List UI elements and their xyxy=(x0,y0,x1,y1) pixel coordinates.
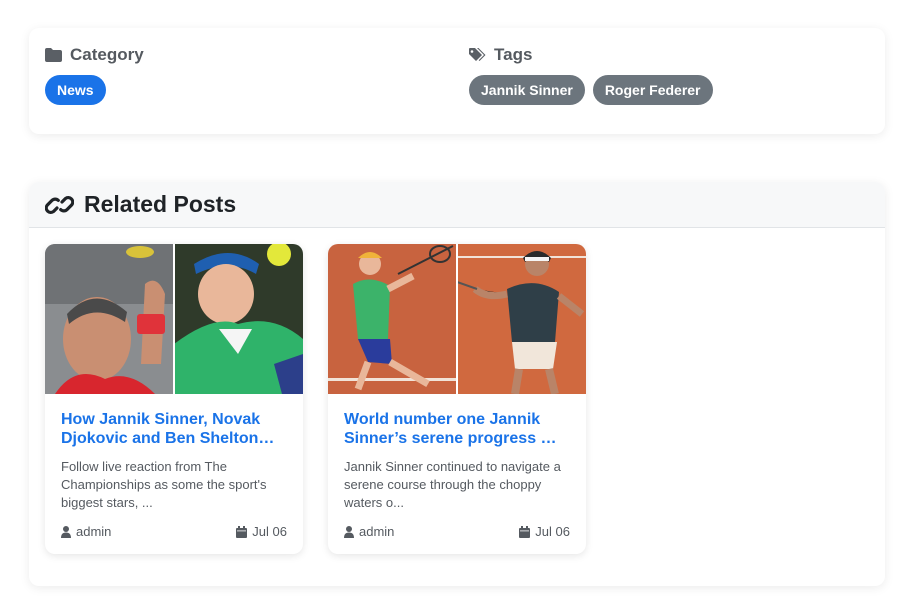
thumbnail-left-photo xyxy=(45,244,174,394)
post-title-link[interactable]: World number one Jannik Sinner’s serene … xyxy=(344,410,570,448)
post-date-text: Jul 06 xyxy=(252,524,287,539)
category-heading: Category xyxy=(45,45,144,65)
post-meta-card: Category News Tags Jannik Sinner Roger F… xyxy=(29,28,885,134)
related-posts-card: Related Posts How Jannik Sinner, Novak D… xyxy=(29,182,885,586)
thumbnail-divider xyxy=(456,244,458,394)
post-thumbnail[interactable] xyxy=(45,244,303,394)
tags-icon xyxy=(469,47,486,61)
post-date: Jul 06 xyxy=(519,524,570,539)
post-meta: admin Jul 06 xyxy=(344,524,570,539)
related-posts-header: Related Posts xyxy=(29,182,885,228)
post-thumbnail[interactable] xyxy=(328,244,586,394)
post-excerpt: Jannik Sinner continued to navigate a se… xyxy=(344,459,561,510)
post-author: admin xyxy=(61,524,111,539)
related-posts-title: Related Posts xyxy=(84,191,237,217)
tags-heading: Tags xyxy=(469,45,713,65)
post-date-text: Jul 06 xyxy=(535,524,570,539)
tags-heading-label: Tags xyxy=(494,45,533,64)
link-icon xyxy=(45,195,74,214)
related-post-card[interactable]: How Jannik Sinner, Novak Djokovic and Be… xyxy=(45,244,303,554)
thumbnail-left-photo xyxy=(328,244,457,394)
thumbnail-right-photo xyxy=(457,244,586,394)
tag-pill-roger-federer[interactable]: Roger Federer xyxy=(592,75,713,105)
post-author-name: admin xyxy=(76,524,112,539)
user-icon xyxy=(61,525,71,538)
thumbnail-divider xyxy=(173,244,175,394)
post-meta: admin Jul 06 xyxy=(61,524,287,539)
post-date: Jul 06 xyxy=(236,524,287,539)
category-heading-label: Category xyxy=(70,45,144,64)
tags-section: Tags Jannik Sinner Roger Federer xyxy=(469,45,713,105)
post-author: admin xyxy=(344,524,394,539)
folder-icon xyxy=(45,48,62,62)
related-post-card[interactable]: World number one Jannik Sinner’s serene … xyxy=(328,244,586,554)
post-title-link[interactable]: How Jannik Sinner, Novak Djokovic and Be… xyxy=(61,410,287,448)
thumbnail-right-photo xyxy=(174,244,303,394)
user-icon xyxy=(344,525,354,538)
post-author-name: admin xyxy=(359,524,395,539)
category-pill[interactable]: News xyxy=(45,75,106,105)
category-section: Category News xyxy=(45,45,144,105)
tag-pill-jannik-sinner[interactable]: Jannik Sinner xyxy=(469,75,585,105)
calendar-icon xyxy=(519,525,531,538)
post-excerpt: Follow live reaction from The Championsh… xyxy=(61,459,267,510)
calendar-icon xyxy=(236,525,248,538)
